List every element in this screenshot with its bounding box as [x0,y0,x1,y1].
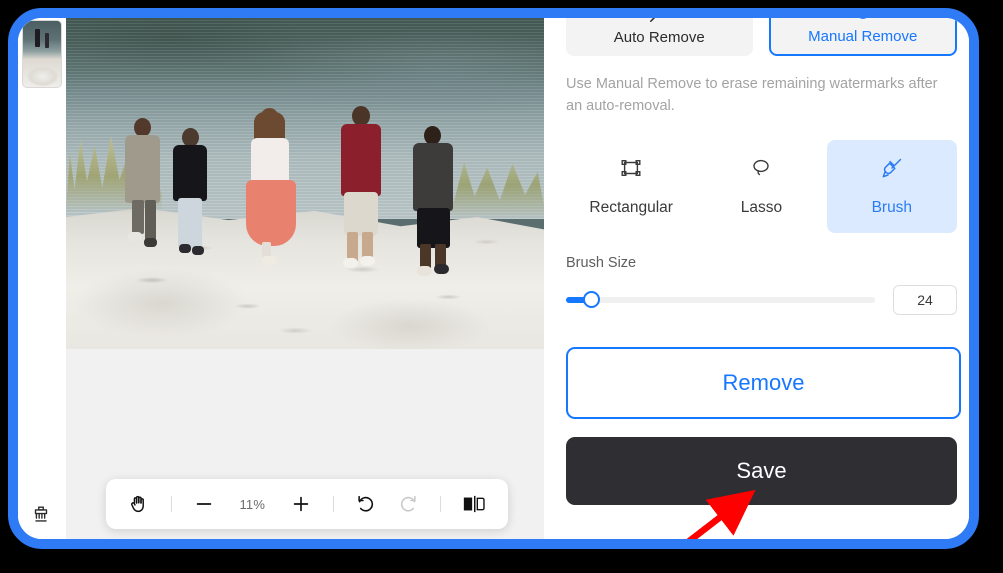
toolbar-divider [170,496,172,512]
auto-magic-wand-icon [648,18,670,24]
photo-person [171,128,209,268]
manual-remove-hint: Use Manual Remove to erase remaining wat… [566,76,938,114]
hand-pan-icon[interactable] [128,493,150,515]
hand-pan-icon-glyph [131,495,144,513]
remove-button[interactable]: Remove [566,346,961,419]
redo-icon [401,495,417,512]
tool-rectangular[interactable]: Rectangular [566,140,696,233]
brush-icon-glyph [882,158,902,177]
editor-photo[interactable] [66,18,544,349]
minus-icon [196,503,211,505]
lasso-select-icon [749,156,773,185]
thumbnail-figure [35,29,40,47]
plus-icon [293,496,309,512]
right-panel: Auto Remove Manual Remove Use Manual Rem… [544,18,969,539]
photo-person [238,108,300,273]
tool-selector: Rectangular Lasso Brush [566,139,957,233]
highlight-frame: 11% Auto Remove Manual Remove Use Manual… [8,8,979,549]
tool-brush-label: Brush [871,198,913,216]
thumbnail-image [23,21,61,87]
screenshot-root: 11% Auto Remove Manual Remove Use Manual… [0,0,1003,573]
auto-magic-wand-icon-glyph [650,18,656,22]
brush-icon [880,156,904,185]
canvas-area[interactable]: 11% [66,18,544,539]
photo-person [122,118,162,258]
tool-rectangular-label: Rectangular [589,198,673,216]
brush-size-row: 24 [566,284,957,315]
broom-icon[interactable] [28,501,54,527]
canvas-toolbar: 11% [106,479,508,529]
thumbnail-figure [45,33,49,48]
mode-tabs: Auto Remove Manual Remove [566,18,957,56]
toolbar-divider [332,496,334,512]
slider-track [566,296,875,303]
circle-manual-icon [852,18,874,23]
before-after-compare-icon[interactable] [462,494,486,514]
tab-auto-remove-label: Auto Remove [613,29,705,46]
broom-icon-glyph [34,506,48,522]
zoom-in-button[interactable] [290,493,312,515]
tool-lasso-label: Lasso [740,198,783,216]
zoom-out-button[interactable] [193,493,215,515]
brush-size-slider[interactable] [566,291,875,309]
tool-brush[interactable]: Brush [826,139,957,233]
lasso-select-icon-glyph [753,159,770,175]
circle-manual-icon-glyph [859,18,867,19]
image-thumbnail[interactable] [22,20,62,88]
brush-size-input[interactable]: 24 [893,284,957,315]
zoom-level-value: 11% [239,496,266,512]
toolbar-divider [440,496,442,512]
slider-thumb[interactable] [582,291,600,308]
save-button[interactable]: Save [566,436,957,505]
redo-button [397,493,419,515]
tab-manual-remove-label: Manual Remove [808,28,918,45]
rectangular-select-icon [619,156,643,185]
app-window: 11% Auto Remove Manual Remove Use Manual… [18,18,969,539]
compare-icon-glyph [463,495,485,513]
left-rail [18,18,66,539]
tool-lasso[interactable]: Lasso [696,140,826,233]
tab-manual-remove[interactable]: Manual Remove [768,18,957,56]
undo-icon [357,495,373,512]
rectangular-select-icon-glyph [621,159,641,176]
photo-person [411,126,457,281]
photo-person [338,106,384,276]
undo-button[interactable] [355,493,377,515]
tab-auto-remove[interactable]: Auto Remove [566,18,753,56]
brush-size-label: Brush Size [566,254,637,271]
